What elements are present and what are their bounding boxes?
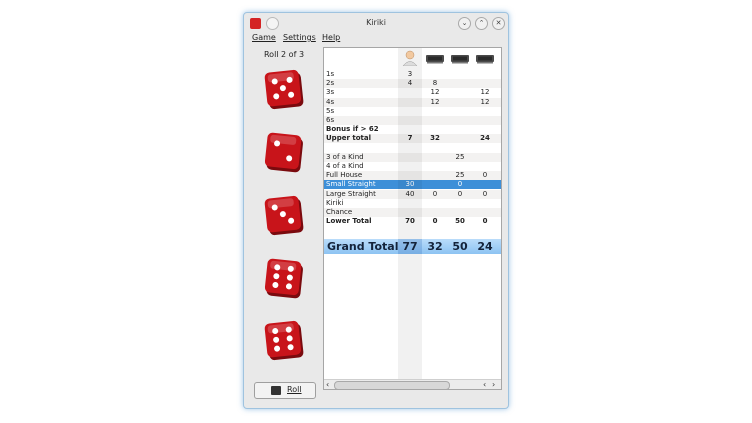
- close-button[interactable]: ✕: [492, 17, 505, 30]
- computer-player-icon: [474, 50, 496, 66]
- dice-icon: [271, 386, 281, 395]
- grand-total-value: 24: [477, 240, 493, 253]
- minimize-button[interactable]: ⌄: [458, 17, 471, 30]
- score-row-label: Bonus if > 62: [326, 125, 379, 134]
- score-row-label: Chance: [326, 208, 353, 216]
- score-cell: 0: [457, 180, 463, 189]
- die-three-icon[interactable]: [262, 193, 306, 237]
- score-row-label: Kiriki: [326, 198, 344, 207]
- grand-total-value: 77: [402, 240, 418, 253]
- score-cell: 12: [480, 88, 490, 97]
- score-row-label: Small Straight: [326, 180, 376, 189]
- score-cell: 50: [455, 217, 465, 226]
- grand-total-row: Grand Total 77 32 50 24: [324, 239, 501, 254]
- score-row-label: Large Straight: [326, 189, 376, 198]
- menu-bar: Game Settings Help: [244, 32, 508, 46]
- maximize-button[interactable]: ⌃: [475, 17, 488, 30]
- score-row-label: 4s: [326, 97, 335, 106]
- score-cell: 12: [430, 97, 440, 106]
- grand-total-value: 32: [427, 240, 443, 253]
- scroll-right-icon[interactable]: ›: [492, 380, 495, 389]
- current-player-column: [398, 48, 422, 389]
- score-cell: 0: [482, 189, 488, 198]
- score-row-label: 2s: [326, 79, 335, 88]
- die-six-icon[interactable]: [262, 256, 306, 300]
- score-row-label: 6s: [326, 116, 335, 124]
- grand-total-label: Grand Total: [327, 240, 399, 253]
- kiriki-window: Kiriki ⌄ ⌃ ✕ Game Settings Help Roll 2 o…: [243, 12, 509, 409]
- score-row-label: Upper total: [326, 134, 371, 143]
- score-cell: 0: [432, 189, 438, 198]
- roll-button[interactable]: Roll: [254, 382, 316, 399]
- score-row-label: 5s: [326, 106, 335, 115]
- score-row-label: 1s: [326, 70, 335, 78]
- score-cell: 12: [480, 97, 490, 106]
- score-cell: 25: [455, 152, 465, 161]
- score-row-label: Lower Total: [326, 217, 372, 226]
- score-row-label: 4 of a Kind: [326, 162, 364, 170]
- die-five-icon[interactable]: [262, 67, 306, 111]
- roll-counter: Roll 2 of 3: [263, 50, 305, 59]
- scroll-thumb[interactable]: [334, 381, 450, 389]
- horizontal-scrollbar[interactable]: ‹ ‹ ›: [324, 379, 501, 389]
- score-cell: 32: [430, 134, 440, 143]
- score-cell: 0: [432, 217, 438, 226]
- human-player-icon: [399, 50, 421, 67]
- score-row-label: 3 of a Kind: [326, 152, 364, 161]
- title-bar[interactable]: Kiriki ⌄ ⌃ ✕: [244, 13, 508, 33]
- scroll-left-icon[interactable]: ‹: [483, 380, 486, 389]
- score-cell: 0: [482, 217, 488, 226]
- die-six-icon[interactable]: [262, 318, 306, 362]
- score-cell: 8: [432, 79, 438, 88]
- menu-settings[interactable]: Settings: [283, 33, 316, 42]
- roll-button-label: Roll: [287, 385, 302, 394]
- score-row-label: 3s: [326, 88, 335, 97]
- score-sheet: 1s 3 2s 4 8 3s 12 12 4s 12 12 5s 6s Bonus if > 62 Uppe…: [323, 47, 502, 390]
- menu-game[interactable]: Game: [252, 33, 276, 42]
- die-two-icon[interactable]: [262, 130, 306, 174]
- menu-help[interactable]: Help: [322, 33, 340, 42]
- computer-player-icon: [449, 50, 471, 66]
- score-cell: 0: [457, 189, 463, 198]
- score-cell: 0: [482, 171, 488, 180]
- score-row-label: Full House: [326, 171, 363, 180]
- grand-total-value: 50: [452, 240, 468, 253]
- score-cell: 12: [430, 88, 440, 97]
- computer-player-icon: [424, 50, 446, 66]
- score-cell: 24: [480, 134, 490, 143]
- score-cell: 25: [455, 171, 465, 180]
- scroll-left-icon[interactable]: ‹: [326, 380, 329, 389]
